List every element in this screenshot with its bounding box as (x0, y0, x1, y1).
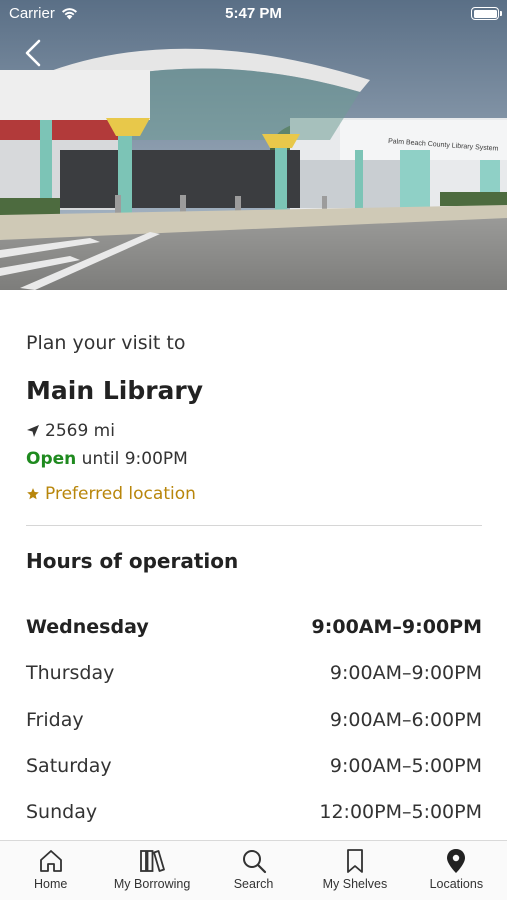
back-button[interactable] (18, 36, 52, 70)
preferred-location-label: Preferred location (45, 484, 196, 504)
hours-heading: Hours of operation (26, 549, 239, 573)
preferred-location[interactable]: Preferred location (26, 484, 196, 504)
tab-search[interactable]: Search (203, 841, 304, 900)
back-chevron-icon (25, 39, 41, 67)
tab-bar: Home My Borrowing Search My Shelves Loca… (0, 840, 507, 900)
status-bar: Carrier 5:47 PM (0, 0, 507, 28)
location-pin-icon (447, 849, 466, 873)
star-icon (27, 488, 39, 500)
open-status: Open (26, 449, 77, 469)
distance-value: 2569 mi (45, 421, 115, 441)
tab-home[interactable]: Home (0, 841, 101, 900)
location-name: Main Library (26, 376, 204, 405)
tab-my-shelves[interactable]: My Shelves (304, 841, 405, 900)
hours-day: Friday (26, 708, 84, 731)
hours-day: Sunday (26, 801, 98, 824)
hours-day: Wednesday (26, 616, 149, 638)
hours-time: 9:00AM–6:00PM (329, 708, 482, 731)
home-icon (39, 850, 62, 872)
hours-list: Wednesday 9:00AM–9:00PM Thursday 9:00AM–… (26, 608, 482, 839)
tab-locations[interactable]: Locations (406, 841, 507, 900)
hours-time: 12:00PM–5:00PM (319, 801, 482, 824)
tab-label: My Shelves (322, 877, 388, 891)
search-icon (242, 850, 266, 874)
distance-row: 2569 mi (26, 421, 115, 441)
tab-label: Locations (429, 877, 484, 891)
hours-row-thursday: Thursday 9:00AM–9:00PM (26, 654, 482, 700)
open-status-row: Open until 9:00PM (26, 449, 188, 469)
hours-time: 9:00AM–9:00PM (311, 616, 482, 638)
hours-row-saturday: Saturday 9:00AM–5:00PM (26, 747, 482, 793)
library-photo: Palm Beach County Library System (0, 0, 507, 290)
hours-row-wednesday: Wednesday 9:00AM–9:00PM (26, 608, 482, 654)
tab-label: Search (233, 877, 274, 891)
bookmark-icon (347, 849, 363, 873)
hours-day: Thursday (26, 662, 115, 685)
navigation-arrow-icon (27, 425, 39, 437)
hours-row-sunday: Sunday 12:00PM–5:00PM (26, 793, 482, 839)
tab-my-borrowing[interactable]: My Borrowing (101, 841, 202, 900)
tab-label: My Borrowing (113, 877, 191, 891)
open-until: until 9:00PM (81, 449, 188, 469)
plan-visit-label: Plan your visit to (26, 332, 186, 354)
hours-time: 9:00AM–9:00PM (329, 662, 482, 685)
status-time: 5:47 PM (225, 5, 282, 22)
tab-label: Home (34, 877, 68, 891)
section-divider (26, 525, 482, 526)
hours-row-friday: Friday 9:00AM–6:00PM (26, 701, 482, 747)
hours-time: 9:00AM–5:00PM (329, 754, 482, 777)
hours-day: Saturday (26, 754, 112, 777)
battery-icon (471, 7, 502, 20)
books-icon (140, 850, 166, 872)
library-photo-illustration: Palm Beach County Library System (0, 0, 507, 290)
